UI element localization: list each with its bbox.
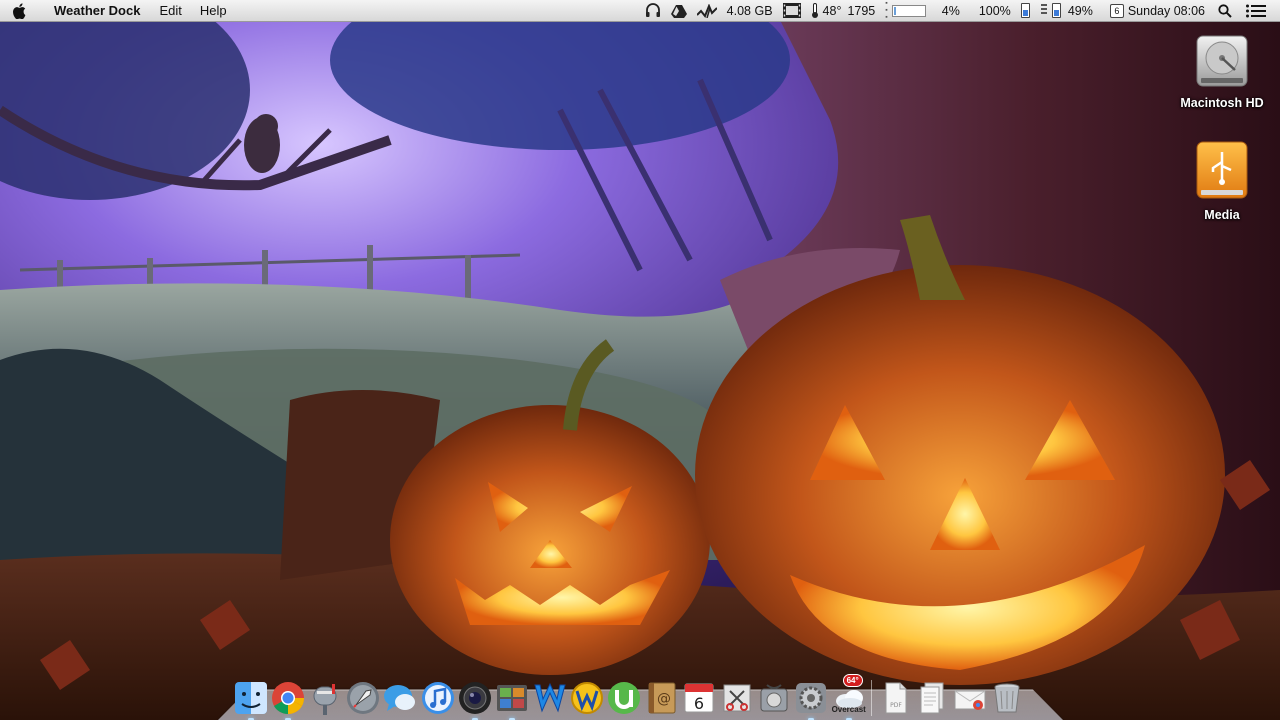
contacts-icon: @: [648, 682, 676, 714]
battery-status[interactable]: 49%: [1016, 0, 1098, 22]
dock-wordpress[interactable]: [532, 680, 568, 716]
disk-utility-icon: [760, 684, 788, 712]
dock-finder[interactable]: [233, 680, 269, 720]
scissors-icon: [723, 684, 751, 712]
brightness-percent: 100%: [978, 3, 1011, 18]
mailbox-icon: [313, 684, 337, 715]
notification-center-button[interactable]: [1240, 0, 1280, 22]
drive-icon: [670, 4, 687, 18]
film-status[interactable]: [778, 0, 806, 22]
downloads-icon: [954, 690, 986, 710]
desktop-icon-label: Macintosh HD: [1180, 96, 1264, 110]
battery-level-icon: [1051, 3, 1061, 18]
pdf-label: PDF: [890, 702, 902, 709]
weather-condition: Overcast: [831, 705, 866, 714]
weather-status[interactable]: 48° 1795: [806, 0, 881, 22]
gears-icon: [796, 683, 827, 713]
menu-help[interactable]: Help: [191, 3, 236, 18]
dock-address-book[interactable]: @: [644, 680, 680, 716]
dock-chrome[interactable]: [270, 680, 306, 720]
chrome-icon: [272, 682, 305, 715]
dock-weather[interactable]: 64° Overcast: [831, 674, 867, 720]
weather-value: 1795: [847, 3, 876, 18]
dock-itunes[interactable]: [420, 680, 456, 716]
apple-icon: [13, 2, 26, 19]
desktop-icon-media[interactable]: Media: [1172, 140, 1272, 222]
usb-drive-icon: [1196, 141, 1248, 199]
dock-photo-booth[interactable]: [457, 680, 493, 720]
spotlight-button[interactable]: [1210, 0, 1240, 22]
svg-text:@: @: [657, 691, 671, 707]
menu-app-name[interactable]: Weather Dock: [40, 3, 150, 18]
cpu-status[interactable]: ▪ ▪ ▪ 4%: [880, 0, 965, 22]
dock-trash[interactable]: [989, 680, 1025, 716]
calendar-day: 6: [694, 694, 704, 713]
dock-utilities[interactable]: [756, 680, 792, 716]
calendar-icon: 6: [684, 683, 714, 713]
dock-system-preferences[interactable]: [793, 680, 829, 720]
clock-status[interactable]: 6 Sunday 08:06: [1098, 0, 1210, 22]
photos-icon: [497, 685, 528, 711]
activity-icon: [696, 3, 717, 18]
calendar-mini-icon: 6: [1109, 3, 1124, 18]
menu-bar: Weather Dock Edit Help 4.08 GB 48° 1795 …: [0, 0, 1280, 22]
brightness-status[interactable]: 100%: [965, 0, 1016, 22]
dock-messages[interactable]: [382, 680, 418, 716]
documents-icon: [920, 682, 944, 714]
dock-downloads-stack[interactable]: [952, 680, 988, 716]
hard-drive-icon: [1196, 35, 1248, 87]
music-icon: [421, 682, 454, 714]
dock-preview[interactable]: [494, 680, 530, 720]
dock-feed-reader[interactable]: [569, 680, 605, 716]
pdf-icon: PDF: [885, 682, 907, 714]
clock-text: Sunday 08:06: [1127, 3, 1205, 18]
search-icon: [1218, 3, 1232, 18]
w-letter-icon: [534, 682, 566, 713]
w-stamp-icon: [571, 682, 604, 714]
film-icon: [782, 3, 801, 18]
chat-bubbles-icon: [384, 685, 416, 711]
dock: @ 6 64° Overcast PDF: [232, 672, 1052, 720]
cpu-graph: [891, 4, 926, 17]
menu-edit[interactable]: Edit: [150, 3, 190, 18]
weather-temp: 48°: [822, 3, 842, 18]
camera-lens-icon: [458, 682, 491, 714]
dock-separator: [871, 680, 873, 716]
desktop-wallpaper: [0, 0, 1280, 720]
cpu-percent: 4%: [941, 3, 960, 18]
rocket-icon: [346, 682, 379, 714]
dock-scissors[interactable]: [719, 680, 755, 716]
battery-icon: [1020, 3, 1030, 18]
network-status[interactable]: [692, 0, 722, 22]
disk-free-readout[interactable]: 4.08 GB: [722, 0, 778, 22]
list-icon: [1246, 4, 1266, 17]
dock-documents-stack[interactable]: [914, 680, 950, 716]
headphones-icon: [645, 3, 660, 17]
weather-badge: 64°: [842, 674, 863, 687]
trash-icon: [994, 683, 1020, 713]
signal-icon: [1040, 4, 1047, 14]
utorrent-icon: [608, 682, 641, 714]
finder-icon: [234, 682, 267, 714]
google-drive-status[interactable]: [666, 0, 692, 22]
calendar-mini-day: 6: [1114, 5, 1120, 16]
battery-percent: 49%: [1067, 3, 1093, 18]
thermometer-icon: [811, 3, 818, 18]
dock-utorrent[interactable]: [606, 680, 642, 716]
dock-launchpad[interactable]: [345, 680, 381, 716]
dock-pdf-stack[interactable]: PDF: [877, 680, 913, 716]
dock-mail-stamp[interactable]: [307, 680, 343, 716]
apple-menu[interactable]: [0, 0, 40, 22]
dock-calendar[interactable]: 6: [681, 680, 717, 716]
cpu-label-icon: ▪ ▪ ▪: [885, 0, 888, 21]
headphones-status[interactable]: [640, 0, 666, 22]
desktop-icon-macintosh-hd[interactable]: Macintosh HD: [1172, 32, 1272, 110]
desktop-icon-label: Media: [1204, 208, 1240, 222]
